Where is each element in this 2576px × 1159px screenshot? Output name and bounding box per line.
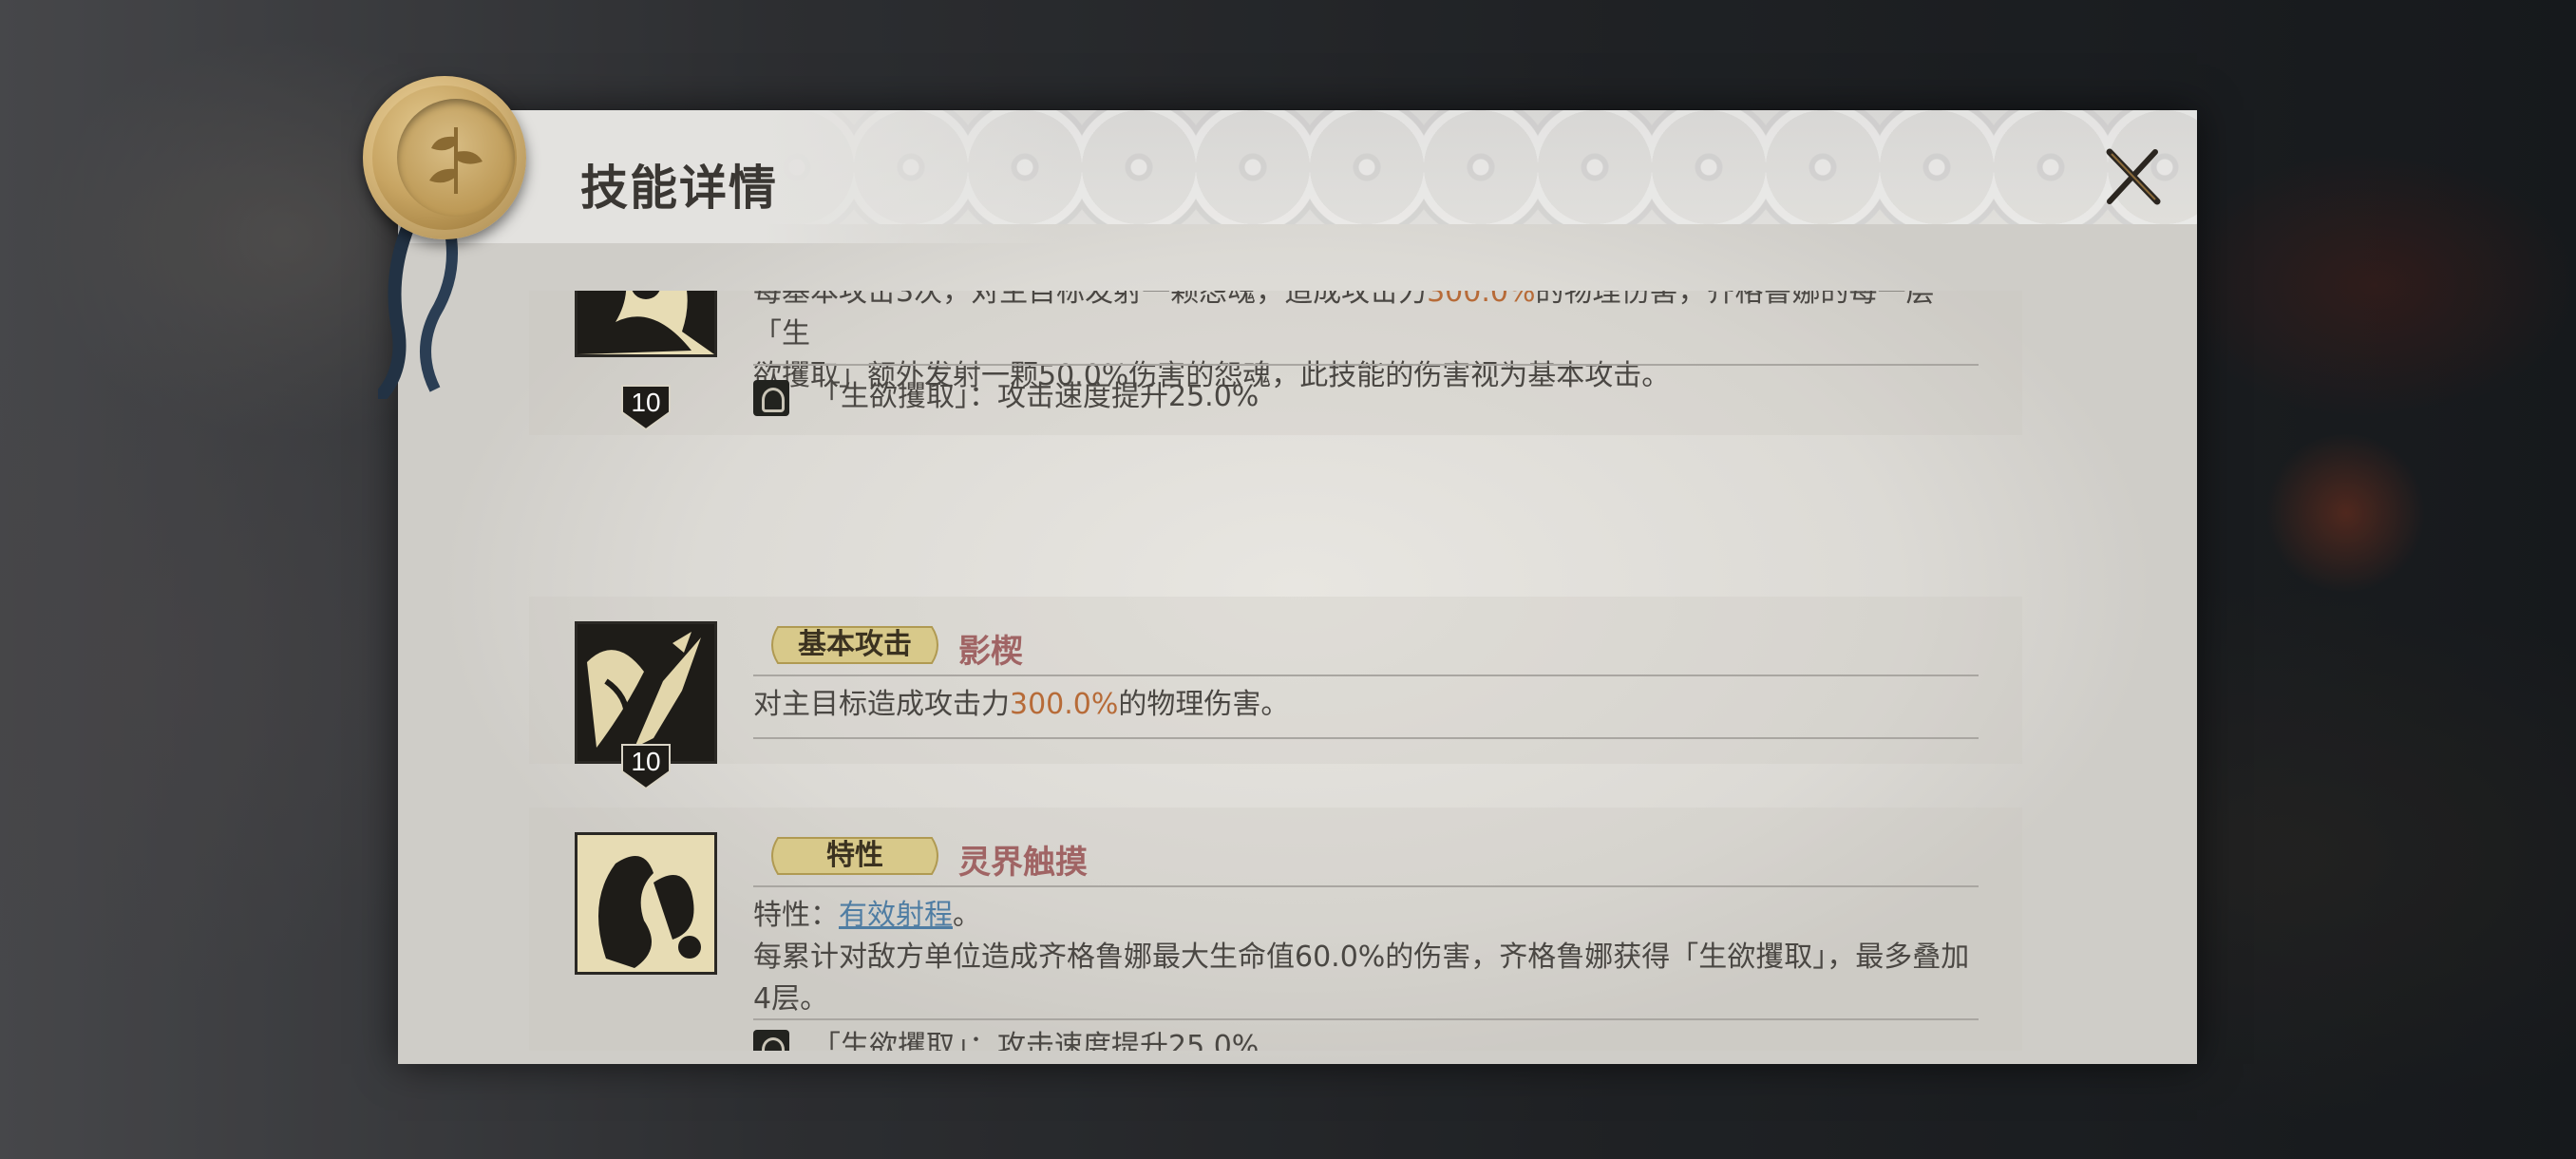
buff-lock-icon xyxy=(753,1029,789,1051)
skill-type-tag: 基本攻击 xyxy=(765,623,945,667)
skill-card-basic-attack: 10 基本攻击 影楔 对主目标造成攻击力300.0%的物理伤害。 xyxy=(529,597,2022,790)
skill-trait-line: 特性：有效射程。 xyxy=(753,899,981,932)
skill-type-tag: 特性 xyxy=(765,834,945,878)
close-icon xyxy=(2106,148,2161,205)
skill-icon xyxy=(575,291,717,357)
skill-level-badge: 10 xyxy=(620,743,672,790)
wax-seal-decoration xyxy=(350,76,540,399)
skill-card-trait: 特性 灵界触摸 特性：有效射程。 每累计对敌方单位造成齐格鲁娜最大生命值60.0… xyxy=(529,808,2022,1051)
skill-description: 每累计对敌方单位造成齐格鲁娜最大生命值60.0%的伤害，齐格鲁娜获得「生欲攫取」… xyxy=(753,940,1970,1016)
skill-level-badge: 10 xyxy=(620,384,672,431)
dialog-title: 技能详情 xyxy=(580,160,778,216)
skill-icon xyxy=(575,832,717,975)
skill-description: 对主目标造成攻击力300.0%的物理伤害。 xyxy=(753,688,1290,721)
buff-lock-icon xyxy=(753,379,789,416)
close-button[interactable] xyxy=(2098,142,2167,211)
skill-card-passive-attack: 10 每基本攻击3次，对主目标发射一颗怨魂，造成攻击力300.0%的物理伤害，齐… xyxy=(529,291,2022,435)
skill-bonus-line: 「生欲攫取」：攻击速度提升25.0% xyxy=(753,378,1259,416)
wax-seal-icon xyxy=(363,76,526,239)
skill-name: 影楔 xyxy=(958,633,1023,671)
trait-link-effective-range[interactable]: 有效射程 xyxy=(839,899,953,932)
skill-bonus-line: 「生欲攫取」：攻击速度提升25.0% xyxy=(753,1028,1259,1051)
skill-list[interactable]: 10 每基本攻击3次，对主目标发射一颗怨魂，造成攻击力300.0%的物理伤害，齐… xyxy=(529,291,2022,1051)
skill-name: 灵界触摸 xyxy=(958,844,1088,882)
skill-details-dialog: 技能详情 10 每基本攻击3次，对主目标发射一颗怨魂，造成攻击力300.0%的物… xyxy=(398,110,2197,1064)
